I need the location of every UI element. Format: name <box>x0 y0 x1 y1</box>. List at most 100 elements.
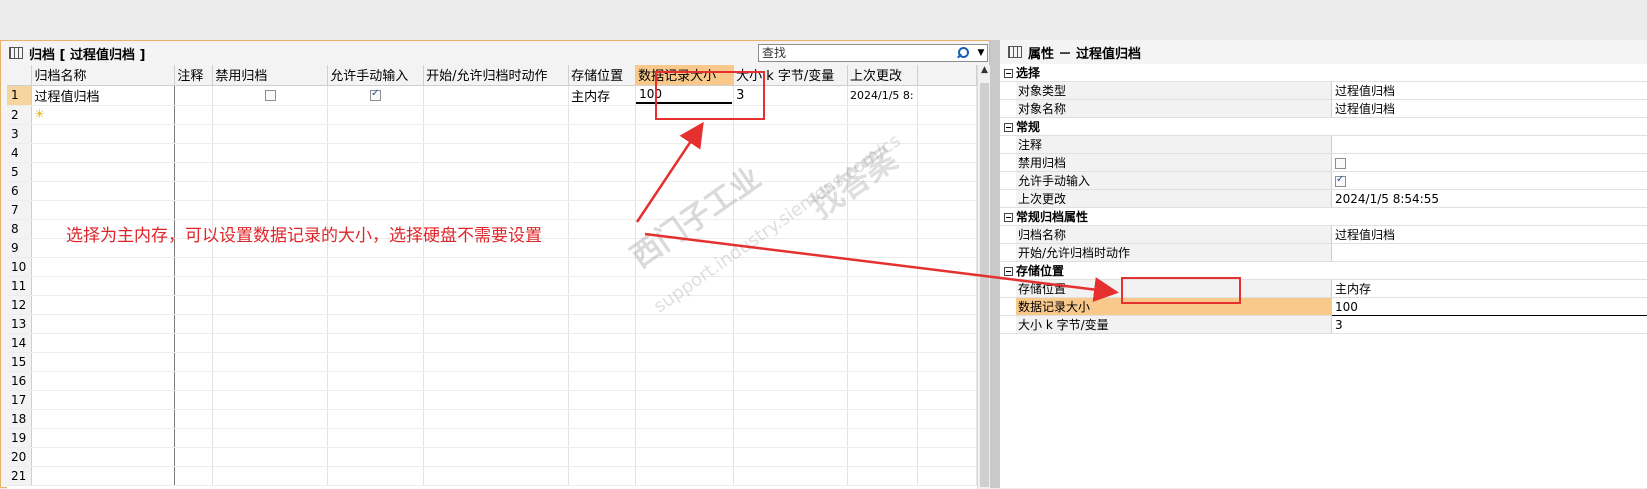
cell-name[interactable]: 过程值归档 <box>32 85 175 105</box>
table-cell[interactable] <box>32 276 175 295</box>
table-cell[interactable] <box>569 466 636 485</box>
table-cell[interactable] <box>918 181 977 200</box>
table-cell[interactable] <box>328 181 424 200</box>
table-cell[interactable] <box>328 257 424 276</box>
table-cell[interactable] <box>918 428 977 447</box>
property-row[interactable]: 允许手动输入 <box>1000 172 1647 190</box>
table-cell[interactable] <box>918 238 977 257</box>
table-cell[interactable] <box>734 181 848 200</box>
table-cell[interactable] <box>328 409 424 428</box>
collapse-icon[interactable] <box>1004 69 1013 78</box>
table-cell[interactable] <box>734 257 848 276</box>
table-cell[interactable] <box>213 428 328 447</box>
table-cell[interactable] <box>328 447 424 466</box>
table-cell[interactable] <box>328 162 424 181</box>
table-cell[interactable] <box>569 409 636 428</box>
table-cell[interactable] <box>175 371 213 390</box>
table-cell[interactable] <box>734 124 848 143</box>
table-cell[interactable] <box>569 428 636 447</box>
table-cell[interactable] <box>636 200 734 219</box>
table-cell[interactable] <box>636 276 734 295</box>
table-cell[interactable] <box>848 409 918 428</box>
cell-manual-input[interactable] <box>328 85 424 105</box>
table-cell[interactable] <box>424 390 569 409</box>
property-value[interactable]: 3 <box>1332 316 1647 334</box>
table-cell[interactable] <box>918 466 977 485</box>
col-header-name[interactable]: 归档名称 <box>32 65 175 85</box>
row-number[interactable]: 14 <box>7 333 32 352</box>
table-cell[interactable] <box>175 105 213 124</box>
table-cell[interactable] <box>175 409 213 428</box>
table-cell[interactable] <box>569 314 636 333</box>
table-cell[interactable] <box>175 352 213 371</box>
property-value[interactable] <box>1332 136 1647 154</box>
table-cell[interactable] <box>32 333 175 352</box>
table-cell[interactable] <box>32 314 175 333</box>
table-cell[interactable] <box>213 105 328 124</box>
table-cell[interactable] <box>569 219 636 238</box>
table-cell[interactable] <box>569 124 636 143</box>
table-cell[interactable] <box>734 428 848 447</box>
table-cell[interactable] <box>734 276 848 295</box>
table-cell[interactable] <box>734 295 848 314</box>
table-row[interactable]: 6 <box>7 181 977 200</box>
table-cell[interactable] <box>32 352 175 371</box>
property-row[interactable]: 禁用归档 <box>1000 154 1647 172</box>
cell-last-change[interactable]: 2024/1/5 8: <box>848 85 918 105</box>
row-number[interactable]: 13 <box>7 314 32 333</box>
row-number[interactable]: 9 <box>7 238 32 257</box>
table-cell[interactable] <box>328 124 424 143</box>
table-cell[interactable] <box>175 276 213 295</box>
table-cell[interactable] <box>32 295 175 314</box>
table-cell[interactable] <box>213 200 328 219</box>
table-cell[interactable] <box>636 352 734 371</box>
table-cell[interactable] <box>175 466 213 485</box>
cell-disabled[interactable] <box>213 85 328 105</box>
table-cell[interactable] <box>734 409 848 428</box>
table-cell[interactable] <box>175 333 213 352</box>
table-cell[interactable] <box>918 409 977 428</box>
category-storage[interactable]: 存储位置 <box>1000 262 1647 280</box>
table-cell[interactable] <box>734 466 848 485</box>
row-number[interactable]: 8 <box>7 219 32 238</box>
vertical-scrollbar[interactable]: ▲ <box>977 65 991 489</box>
table-cell[interactable] <box>32 447 175 466</box>
scroll-thumb[interactable] <box>980 83 989 487</box>
chevron-down-icon[interactable]: ▼ <box>975 48 987 58</box>
table-cell[interactable] <box>424 162 569 181</box>
table-cell[interactable] <box>175 143 213 162</box>
table-cell[interactable] <box>918 200 977 219</box>
table-cell[interactable] <box>32 162 175 181</box>
row-number[interactable]: 5 <box>7 162 32 181</box>
table-cell[interactable] <box>328 352 424 371</box>
property-row[interactable]: 数据记录大小 100 <box>1000 298 1647 316</box>
table-cell[interactable] <box>424 200 569 219</box>
table-cell[interactable] <box>848 333 918 352</box>
table-cell[interactable] <box>848 390 918 409</box>
table-cell[interactable] <box>424 447 569 466</box>
table-cell[interactable] <box>636 390 734 409</box>
property-value[interactable]: 过程值归档 <box>1332 100 1647 118</box>
table-cell[interactable] <box>569 276 636 295</box>
table-cell[interactable] <box>175 295 213 314</box>
table-cell[interactable] <box>734 314 848 333</box>
property-row[interactable]: 对象名称 过程值归档 <box>1000 100 1647 118</box>
table-cell[interactable] <box>848 124 918 143</box>
table-cell[interactable] <box>636 333 734 352</box>
table-cell[interactable] <box>569 105 636 124</box>
table-cell[interactable] <box>848 219 918 238</box>
table-cell[interactable] <box>734 371 848 390</box>
property-row[interactable]: 归档名称 过程值归档 <box>1000 226 1647 244</box>
search-icon[interactable] <box>953 45 975 61</box>
table-cell[interactable] <box>32 181 175 200</box>
property-value[interactable] <box>1332 244 1647 262</box>
table-cell[interactable] <box>734 162 848 181</box>
cell-comment[interactable] <box>175 85 213 105</box>
table-cell[interactable] <box>424 352 569 371</box>
row-number[interactable]: 1 <box>7 85 32 105</box>
table-cell[interactable] <box>918 105 977 124</box>
table-cell[interactable] <box>213 181 328 200</box>
table-row[interactable]: 12 <box>7 295 977 314</box>
table-cell[interactable] <box>918 162 977 181</box>
property-row[interactable]: 开始/允许归档时动作 <box>1000 244 1647 262</box>
